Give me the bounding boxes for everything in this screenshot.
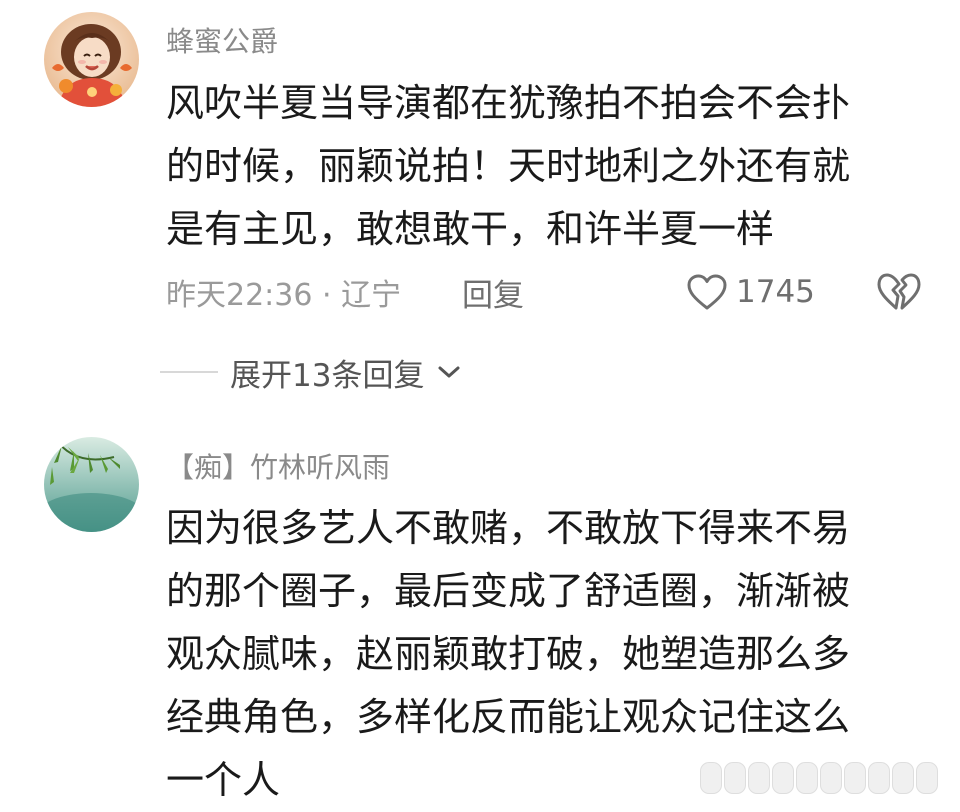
comment-item: 【痴】竹林听风雨 因为很多艺人不敢赌，不敢放下得来不易 的那个圈子，最后变成了舒… [0, 0, 960, 810]
comment-text-line: 经典角色，多样化反而能让观众记住这么 [166, 695, 851, 739]
username[interactable]: 【痴】竹林听风雨 [166, 446, 390, 486]
user-avatar[interactable] [44, 437, 139, 532]
bamboo-avatar-icon [44, 437, 139, 532]
comment-text-line: 的那个圈子，最后变成了舒适圈，渐渐被 [166, 569, 851, 613]
watermark-logo [700, 762, 938, 794]
comment-text-line: 观众腻味，赵丽颖敢打破，她塑造那么多 [166, 632, 851, 676]
comment-text-line: 因为很多艺人不敢赌，不敢放下得来不易 [166, 506, 851, 550]
